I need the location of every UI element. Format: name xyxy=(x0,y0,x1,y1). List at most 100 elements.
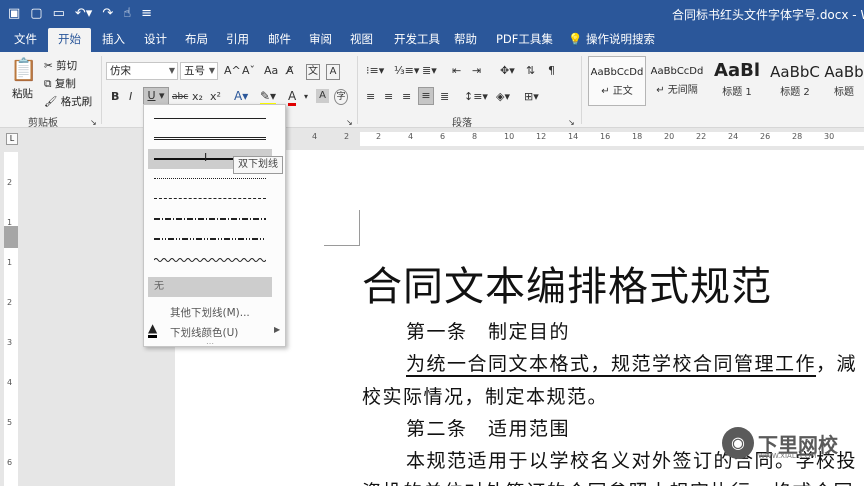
shading-icon[interactable]: ◈▾ xyxy=(496,90,510,104)
style-title[interactable]: AaBb 标题 xyxy=(824,56,864,106)
tab-mailings[interactable]: 邮件 xyxy=(266,28,293,52)
enclosed-char-icon[interactable]: 字 xyxy=(334,89,348,105)
ruler-number: 2 xyxy=(7,298,13,307)
align-center-icon[interactable]: ≡ xyxy=(384,90,393,104)
tab-selector-icon[interactable]: L xyxy=(6,133,18,145)
style-name: 标题 1 xyxy=(722,87,752,98)
char-shading-icon[interactable]: A xyxy=(316,89,329,103)
style-heading-2[interactable]: AaBbC 标题 2 xyxy=(766,56,824,106)
paste-icon[interactable]: 📋 xyxy=(10,58,37,84)
style-heading-1[interactable]: AaBl 标题 1 xyxy=(708,56,766,106)
save-icon[interactable]: ▣ xyxy=(8,4,20,24)
paste-button[interactable]: 粘贴 xyxy=(12,86,33,101)
article-1-text[interactable]: 为统一合同文本格式，规范学校合同管理工作，減 xyxy=(406,349,857,376)
italic-button[interactable]: I xyxy=(129,90,132,104)
tab-file[interactable]: 文件 xyxy=(12,28,39,52)
subscript-button[interactable]: x₂ xyxy=(192,90,203,104)
underline-tooltip: 双下划线 xyxy=(233,156,283,174)
ruler-number: 4 xyxy=(7,378,13,387)
horizontal-ruler[interactable]: 4 2 2 4 6 8 10 12 14 16 18 20 22 24 26 28 30 xyxy=(300,128,864,150)
increase-indent-icon[interactable]: ⇥ xyxy=(472,64,481,78)
submenu-arrow-icon: ▶ xyxy=(274,325,281,334)
tab-layout[interactable]: 布局 xyxy=(183,28,210,52)
underline-option-wavy[interactable] xyxy=(148,251,272,271)
customize-qat-icon[interactable]: ≡ xyxy=(141,4,152,24)
new-doc-icon[interactable]: ▢ xyxy=(30,4,42,24)
align-left-icon[interactable]: ≡ xyxy=(366,90,375,104)
grow-font-button[interactable]: A^ xyxy=(224,64,241,78)
underline-button[interactable]: U ▾ xyxy=(143,87,169,105)
underline-option-double[interactable] xyxy=(148,129,272,149)
more-underlines-item[interactable]: 其他下划线(M)... xyxy=(170,305,250,320)
tab-insert[interactable]: 插入 xyxy=(100,28,127,52)
font-name-combo[interactable]: 仿宋 ▼ xyxy=(106,62,178,80)
copy-icon: ⧉ xyxy=(44,78,52,90)
article-1-text-cont[interactable]: 校实际情况，制定本规范。 xyxy=(362,382,608,409)
cut-button[interactable]: ✂ 剪切 xyxy=(44,58,77,73)
undo-icon[interactable]: ↶▾ xyxy=(75,4,92,24)
document-heading[interactable]: 合同文本编排格式规范 xyxy=(362,254,772,312)
tab-home[interactable]: 开始 xyxy=(48,28,91,52)
text-effects-icon[interactable]: A▾ xyxy=(234,89,248,103)
clear-format-icon[interactable]: A̸ xyxy=(286,64,294,78)
font-size-combo[interactable]: 五号 ▼ xyxy=(180,62,218,80)
tab-pdf-tools[interactable]: PDF工具集 xyxy=(494,28,555,52)
underline-option-single[interactable] xyxy=(148,109,272,129)
align-right-icon[interactable]: ≡ xyxy=(402,90,411,104)
line-spacing-icon[interactable]: ↕≡▾ xyxy=(464,90,488,104)
redo-icon[interactable]: ↷ xyxy=(102,4,113,24)
sort-icon[interactable]: ⇅ xyxy=(526,64,535,78)
tab-review[interactable]: 审阅 xyxy=(307,28,334,52)
tab-references[interactable]: 引用 xyxy=(224,28,251,52)
touch-mode-icon[interactable]: ☝ xyxy=(123,4,131,24)
wavy-line-icon xyxy=(154,258,266,262)
clipboard-launcher-icon[interactable]: ↘ xyxy=(90,116,97,130)
bullets-icon[interactable]: ⁝≡▾ xyxy=(366,64,384,78)
bold-button[interactable]: B xyxy=(111,90,119,104)
copy-button[interactable]: ⧉ 复制 xyxy=(44,76,76,91)
style-sample: AaBbCcDd xyxy=(590,67,644,78)
underlined-selection[interactable]: 为统一合同文本格式，规范学校合同管理工作 xyxy=(406,353,816,375)
format-painter-button[interactable]: 🖌 格式刷 xyxy=(44,94,92,109)
resize-grip-icon[interactable]: ⋯ xyxy=(206,339,214,348)
vertical-ruler[interactable]: 2 1 1 2 3 4 5 6 xyxy=(4,152,18,486)
chinese-layout-icon[interactable]: ✥▾ xyxy=(500,64,515,78)
article-1-title[interactable]: 第一条 制定目的 xyxy=(406,317,570,344)
tab-developer[interactable]: 开发工具 xyxy=(392,28,442,52)
paragraph-group-label: 段落 xyxy=(452,118,472,129)
distributed-icon[interactable]: ≣ xyxy=(440,90,449,104)
borders-icon[interactable]: ⊞▾ xyxy=(524,90,539,104)
change-case-button[interactable]: Aa xyxy=(264,64,278,78)
article-2-title[interactable]: 第二条 适用范围 xyxy=(406,414,570,441)
tab-help[interactable]: 帮助 xyxy=(452,28,479,52)
tab-view[interactable]: 视图 xyxy=(348,28,375,52)
scissors-icon: ✂ xyxy=(44,60,53,72)
enclose-char-icon[interactable]: A xyxy=(326,64,340,80)
style-no-spacing[interactable]: AaBbCcDd ↵ 无间隔 xyxy=(648,56,706,106)
tab-design[interactable]: 设计 xyxy=(142,28,169,52)
underline-dropdown: I 无 其他下划线(M)... 下划线颜色(U) ▲ ▶ ⋯ xyxy=(143,104,286,348)
strikethrough-button[interactable]: abc xyxy=(172,90,188,104)
multilevel-list-icon[interactable]: ≣▾ xyxy=(422,64,437,78)
underline-option-none[interactable]: 无 xyxy=(148,277,272,297)
tell-me-search[interactable]: 💡 操作说明搜索 xyxy=(566,28,657,52)
style-normal[interactable]: AaBbCcDd ↵ 正文 xyxy=(588,56,646,106)
article-2-text-cont[interactable]: 资投的单位对外签订的合同参照本规定执行。格式合同 xyxy=(362,477,854,486)
underline-option-dash-dot-dot[interactable] xyxy=(148,229,272,249)
phonetic-guide-icon[interactable]: 文 xyxy=(306,64,320,80)
ruler-number: 24 xyxy=(728,132,739,141)
ruler-number: 6 xyxy=(7,458,13,467)
justify-icon[interactable]: ≡ xyxy=(418,87,434,105)
underline-option-dashed[interactable] xyxy=(148,189,272,209)
open-folder-icon[interactable]: ▭ xyxy=(53,4,65,24)
underline-color-item[interactable]: 下划线颜色(U) xyxy=(170,325,238,340)
shrink-font-button[interactable]: Aˇ xyxy=(242,64,255,78)
underline-option-dash-dot[interactable] xyxy=(148,209,272,229)
style-sample: AaBl xyxy=(714,60,760,81)
font-color-icon[interactable]: A xyxy=(288,89,297,106)
superscript-button[interactable]: x² xyxy=(210,90,221,104)
decrease-indent-icon[interactable]: ⇤ xyxy=(452,64,461,78)
font-color-dropdown-icon[interactable]: ▾ xyxy=(304,90,308,104)
show-marks-icon[interactable]: ¶ xyxy=(548,64,555,78)
numbering-icon[interactable]: ⅓≡▾ xyxy=(394,64,419,78)
